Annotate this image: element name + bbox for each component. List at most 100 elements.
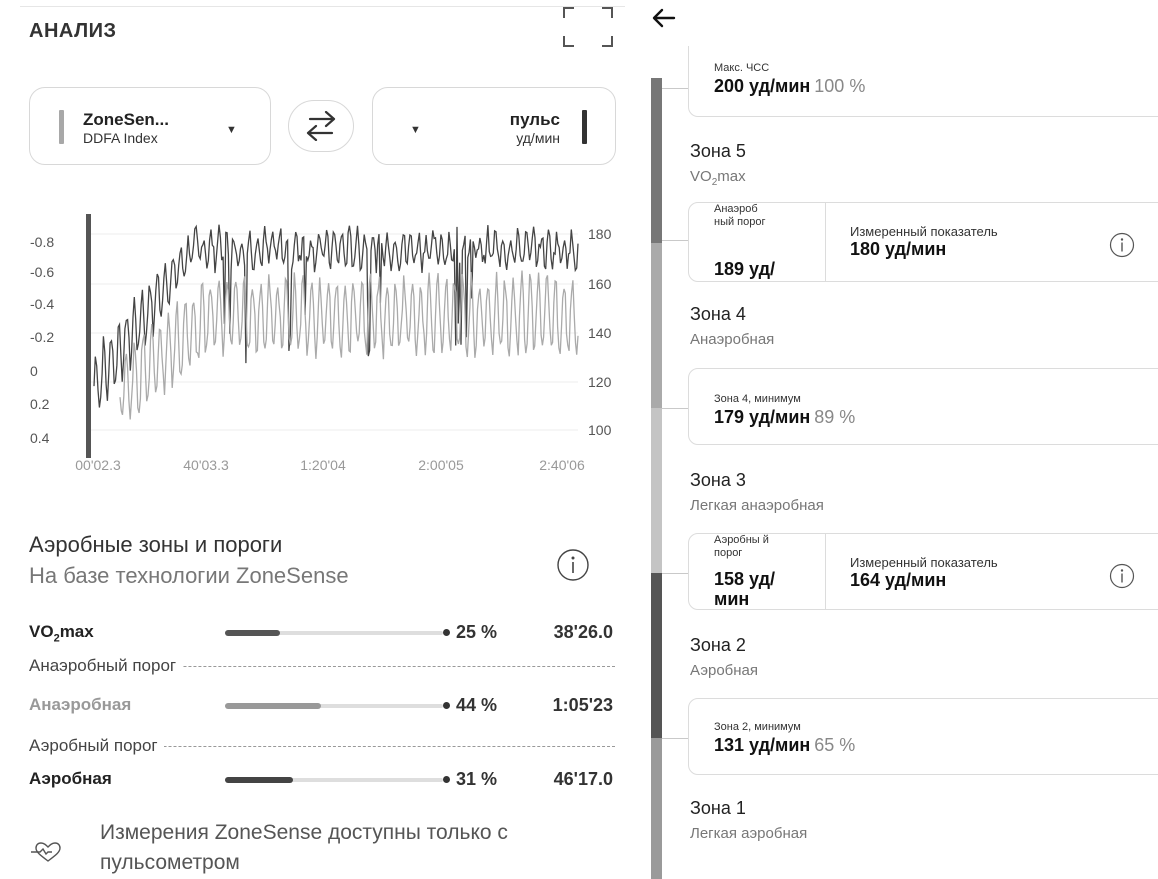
metric-selector-right[interactable]: ▼ пульс уд/мин [372,87,616,165]
back-arrow-icon[interactable] [651,5,677,31]
chevron-down-icon: ▼ [410,124,421,136]
info-icon[interactable] [1109,563,1135,589]
zone-progress-fill [225,703,321,709]
card-label: Зона 4, минимум [714,393,801,405]
zone-progress-fill [225,630,280,636]
page-title: АНАЛИЗ [29,20,117,42]
divider [20,6,625,7]
scale-tick [662,738,688,739]
zone-time: 38'26.0 [553,622,613,642]
metric-name: пульс [509,110,560,129]
zone-4-label: Зона 4 Анаэробная [690,304,774,348]
chevron-down-icon: ▼ [226,124,237,136]
metric-unit: DDFA Index [83,130,158,146]
zone-subtitle: Аэробная [690,662,759,679]
scale-segment-zone5 [651,78,662,243]
zone-percent: 44 % [455,695,497,715]
card-label: Зона 2, минимум [714,721,801,733]
y-left-tick-label: 0.4 [30,430,50,446]
x-tick-label: 40'03.3 [183,457,229,473]
zone-percent: 25 % [455,622,497,642]
scale-tick [662,240,688,241]
info-icon[interactable] [556,548,590,582]
aerobic-threshold-card[interactable]: Аэробны й порог 158 уд/ мин Измеренный п… [688,533,1158,610]
series-line-ddfa [119,270,579,420]
scale-tick [662,408,688,409]
x-tick-label: 00'02.3 [75,457,121,473]
card-value: 200 уд/мин 100 % [714,76,866,96]
zone-subtitle: Легкая анаэробная [690,497,824,514]
y-right-tick-label: 160 [588,276,612,292]
card-label: Макс. ЧСС [714,62,770,74]
y-left-tick-label: -0.6 [30,264,54,280]
zone-name: Анаэробная [29,695,132,714]
y-right-tick-label: 140 [588,325,612,341]
card-value: 131 уд/мин 65 % [714,735,856,755]
expand-icon[interactable] [562,6,614,48]
section-subtitle: На базе технологии ZoneSense [29,563,349,588]
y-left-tick-label: -0.2 [30,329,54,345]
threshold-label: Анаэробный порог [29,656,183,676]
zone-title: Зона 5 [690,141,746,161]
series-color-indicator [59,110,64,144]
zone-scale-bar [651,78,662,879]
threshold-divider: Аэробный порог [29,733,615,757]
section-title: Аэробные зоны и пороги [29,532,283,557]
y-left-tick-label: -0.8 [30,234,54,250]
x-tick-label: 2:00'05 [418,457,464,473]
scale-segment-zone3 [651,408,662,573]
swap-arrows-icon [306,111,336,141]
card-value: 179 уд/мин 89 % [714,407,856,427]
y-left-tick-label: 0.2 [30,396,50,412]
zone-row-vo2max: VO2max 25 % 38'26.0 [29,619,615,645]
threshold-label: Аэробный порог [29,736,164,756]
metric-selector-left[interactable]: ZoneSen... DDFA Index ▼ [29,87,271,165]
scale-segment-zone2 [651,573,662,738]
series-color-indicator [582,110,587,144]
y-right-tick-label: 120 [588,374,612,390]
max-hr-card: Макс. ЧСС 200 уд/мин 100 % [688,46,1158,117]
zone2-min-card: Зона 2, минимум 131 уд/мин 65 % [688,698,1158,775]
threshold-cell: Аэробны й порог 158 уд/ мин [689,534,826,609]
measured-label: Измеренный показатель [850,224,998,239]
scale-segment-zone1 [651,738,662,879]
zone-subtitle: Легкая аэробная [690,825,808,842]
zone-2-label: Зона 2 Аэробная [690,635,758,679]
x-tick-label: 2:40'06 [539,457,585,473]
zone4-min-card: Зона 4, минимум 179 уд/мин 89 % [688,368,1158,445]
zone-subtitle: Анаэробная [690,331,775,348]
swap-button[interactable] [288,100,354,152]
analysis-panel: АНАЛИЗ ZoneSen... DDFA Index ▼ ▼ пульс у… [0,0,636,879]
zone-time: 1:05'23 [552,695,613,715]
measured-label: Измеренный показатель [850,555,998,570]
threshold-cell: Анаэроб ный порог 189 уд/ [689,203,826,281]
zone-row-aerobic: Аэробная 31 % 46'17.0 [29,766,615,792]
threshold-value: 158 уд/ мин [714,569,776,609]
threshold-label: Анаэроб ный порог [714,203,766,228]
y-left-tick-label: 0 [30,363,38,379]
zone-subtitle: VO2max [690,168,746,188]
threshold-label: Аэробны й порог [714,534,769,559]
scale-tick [662,88,688,89]
progress-end-dot [443,629,450,636]
analysis-chart[interactable]: -0.8 -0.6 -0.4 -0.2 0 0.2 0.4 180 160 140 120 100 00… [20,200,636,490]
threshold-divider: Анаэробный порог [29,653,615,677]
measured-value: 164 уд/мин [850,570,947,590]
info-icon[interactable] [1109,232,1135,258]
y-right-tick-label: 180 [588,226,612,242]
chart-cursor [86,214,91,458]
zone-name: VO2max [29,622,94,645]
threshold-value: 189 уд/ [714,259,776,279]
zone-title: Зона 3 [690,470,746,490]
progress-end-dot [443,702,450,709]
x-tick-label: 1:20'04 [300,457,346,473]
metric-unit: уд/мин [516,130,560,146]
zone-name: Аэробная [29,769,112,788]
zone-3-label: Зона 3 Легкая анаэробная [690,470,824,514]
metric-name: ZoneSen... [83,110,169,129]
measured-value: 180 уд/мин [850,239,947,259]
anaerobic-threshold-card[interactable]: Анаэроб ный порог 189 уд/ Измеренный пок… [688,202,1158,282]
scale-tick [662,573,688,574]
y-right-tick-label: 100 [588,422,612,438]
zone-title: Зона 1 [690,798,746,818]
